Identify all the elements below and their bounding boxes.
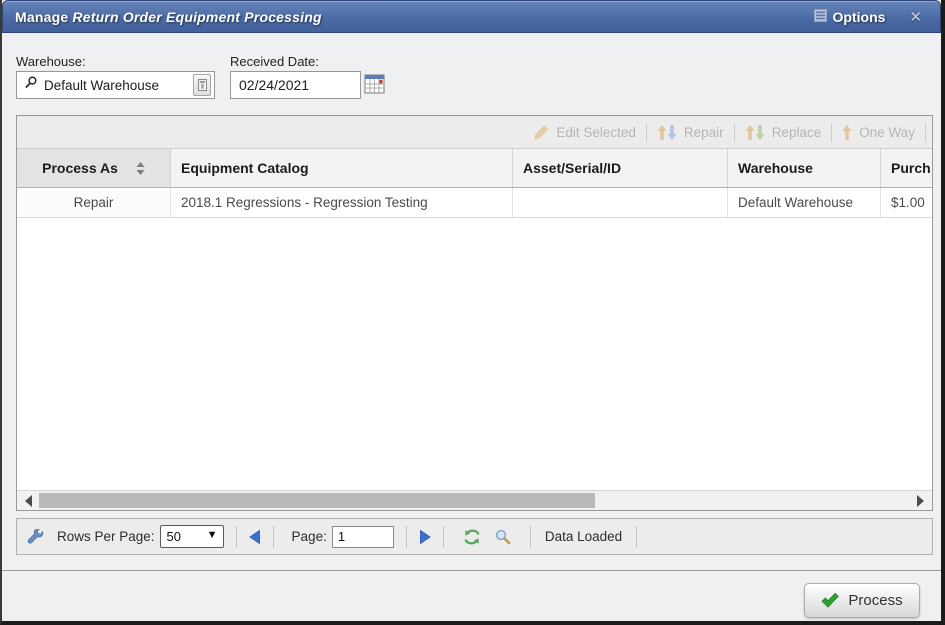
edit-selected-button[interactable]: Edit Selected [527,125,642,140]
repair-label: Repair [684,125,724,140]
pager-divider [236,526,237,548]
left-triangle-icon [249,530,261,544]
pager-divider [273,526,274,548]
edit-selected-label: Edit Selected [556,125,636,140]
check-icon [821,593,839,608]
grid-header-row: Process As Equipment Catalog Asset/Seria… [17,149,932,188]
pager-divider [530,526,531,548]
options-button[interactable]: Options [814,9,886,25]
calendar-icon[interactable] [363,73,385,95]
toolbar-divider [734,123,735,142]
cell-asset-serial-id [513,188,728,217]
grid-empty-area [17,218,932,490]
pager-divider [406,526,407,548]
rows-per-page-select[interactable]: 50 [160,525,224,548]
received-date-input[interactable] [230,71,361,99]
wrench-icon[interactable] [27,529,44,545]
scroll-left-icon[interactable] [25,495,32,507]
toolbar-divider [925,123,926,142]
horizontal-scrollbar[interactable] [17,490,932,510]
replace-button[interactable]: Replace [739,125,828,140]
up-down-arrows-icon [657,125,677,140]
pager-divider [443,526,444,548]
cell-equipment-catalog: 2018.1 Regressions - Regression Testing [171,188,513,217]
column-header-purchase[interactable]: Purch [881,149,932,187]
search-icon[interactable] [495,529,511,545]
title-bar: Manage Return Order Equipment Processing… [2,0,941,33]
column-header-process-as[interactable]: Process As [17,149,171,187]
table-row[interactable]: Repair 2018.1 Regressions - Regression T… [17,188,932,218]
options-label: Options [833,9,886,25]
warehouse-label: Warehouse: [16,54,86,69]
pager-bar: Rows Per Page: 50 ▼ Page: Data Loaded [16,518,933,555]
equipment-grid: Edit Selected Repair Replace [16,115,933,511]
one-way-label: One Way [859,125,915,140]
up-arrow-icon [842,125,852,140]
column-header-warehouse[interactable]: Warehouse [728,149,881,187]
pencil-icon [533,125,549,140]
page-title: Manage Return Order Equipment Processing [15,9,322,25]
column-header-asset-serial-id[interactable]: Asset/Serial/ID [513,149,728,187]
close-icon[interactable]: ✕ [909,8,922,26]
pager-divider [636,526,637,548]
previous-page-button[interactable] [249,530,261,544]
warehouse-field[interactable]: Default Warehouse [16,71,215,99]
cell-purchase: $1.00 [881,188,932,217]
rows-per-page-label: Rows Per Page: [57,529,155,544]
received-date-label: Received Date: [230,54,319,69]
repair-button[interactable]: Repair [651,125,730,140]
sort-arrows-icon[interactable] [136,162,145,175]
replace-label: Replace [772,125,822,140]
next-page-button[interactable] [419,530,431,544]
toolbar-divider [831,123,832,142]
toolbar-divider [646,123,647,142]
scrollbar-thumb[interactable] [39,493,595,508]
bottom-divider [2,570,941,571]
status-text: Data Loaded [545,529,622,544]
title-prefix: Manage [15,9,68,25]
one-way-button[interactable]: One Way [836,125,921,140]
scroll-right-icon[interactable] [917,495,924,507]
cell-process-as: Repair [17,188,171,217]
list-icon [814,9,827,25]
process-label: Process [848,592,902,609]
lookup-icon [198,79,207,91]
magnifier-icon [25,76,37,94]
warehouse-lookup-button[interactable] [193,74,211,96]
grid-toolbar: Edit Selected Repair Replace [17,116,932,149]
column-header-equipment-catalog[interactable]: Equipment Catalog [171,149,513,187]
page-number-input[interactable] [332,526,394,548]
process-button[interactable]: Process [804,583,920,618]
refresh-icon[interactable] [463,529,481,545]
manage-return-order-dialog: Manage Return Order Equipment Processing… [0,0,945,625]
up-down-arrows-icon [745,125,765,140]
page-label: Page: [292,529,327,544]
warehouse-value: Default Warehouse [44,78,193,93]
title-name: Return Order Equipment Processing [72,9,321,25]
right-triangle-icon [419,530,431,544]
cell-warehouse: Default Warehouse [728,188,881,217]
